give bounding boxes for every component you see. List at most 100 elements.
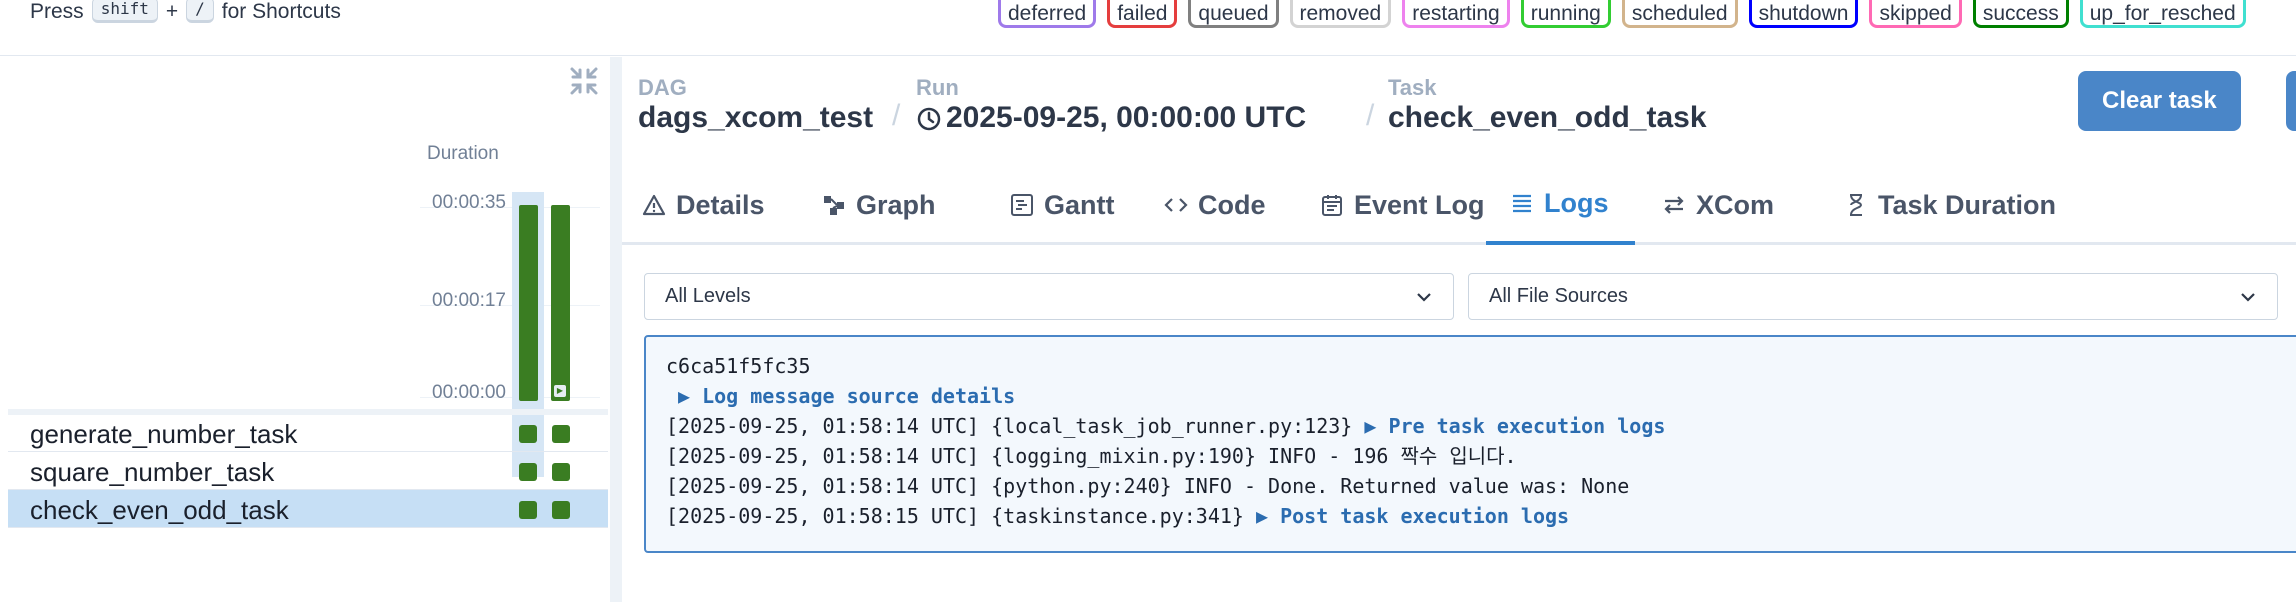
state-badge-shutdown[interactable]: shutdown [1748, 0, 1859, 28]
log-source-value: All File Sources [1489, 285, 1628, 307]
duration-bars: ▶ [516, 205, 576, 401]
tab-xcom[interactable]: XCom [1638, 165, 1800, 245]
task-tabs: Details Graph Gantt Code Event Log Logs [622, 165, 2296, 245]
log-line-text: [2025-09-25, 01:58:14 UTC] {python.py:24… [666, 474, 1630, 498]
grid-panel: Duration 00:00:35 00:00:17 00:00:00 ▶ ge… [0, 57, 610, 602]
shortcut-hint: Press shift + / for Shortcuts [30, 0, 341, 24]
task-instance-cell[interactable] [519, 425, 537, 443]
tab-label: Event Log [1354, 189, 1485, 220]
pre-task-logs-toggle[interactable]: ▶ Pre task execution logs [1364, 414, 1665, 438]
task-row-check-even-odd[interactable]: check_even_odd_task [8, 490, 608, 528]
duration-tick: 00:00:17 [432, 290, 506, 311]
details-panel: DAG dags_xcom_test / Run 2025-09-25, 00:… [622, 57, 2296, 602]
panel-resize-handle[interactable] [610, 57, 622, 602]
task-name[interactable]: check_even_odd_task [30, 495, 289, 526]
log-line: [2025-09-25, 01:58:15 UTC] {taskinstance… [666, 501, 2296, 531]
log-host: c6ca51f5fc35 [666, 354, 811, 378]
breadcrumb-run-label: Run [916, 75, 959, 100]
breadcrumb-dag[interactable]: DAG dags_xcom_test [638, 75, 873, 135]
hourglass-icon [1850, 194, 1863, 216]
state-badge-skipped[interactable]: skipped [1869, 0, 1962, 28]
tab-label: Graph [856, 189, 936, 220]
run-duration-bar[interactable] [519, 205, 538, 401]
task-row-square-number[interactable]: square_number_task [8, 452, 608, 490]
graph-icon [824, 196, 844, 215]
tab-code[interactable]: Code [1140, 165, 1292, 245]
shortcut-suffix: for Shortcuts [221, 0, 341, 23]
state-legend: deferred failed queued removed restarting run… [998, 0, 2246, 28]
breadcrumb-dag-value[interactable]: dags_xcom_test [638, 101, 873, 135]
slash-key: / [186, 0, 214, 23]
tab-graph[interactable]: Graph [798, 165, 962, 245]
tab-task-duration[interactable]: Task Duration [1820, 165, 2082, 245]
state-badge-removed[interactable]: removed [1289, 0, 1392, 28]
shortcut-press: Press [30, 0, 84, 23]
tab-event-log[interactable]: Event Log [1296, 165, 1511, 245]
state-badge-failed[interactable]: failed [1107, 0, 1178, 28]
post-task-logs-toggle[interactable]: ▶ Post task execution logs [1256, 504, 1569, 528]
breadcrumb-task-value[interactable]: check_even_odd_task [1388, 101, 1707, 135]
chevron-down-icon [1417, 293, 1431, 302]
task-instance-cell[interactable] [519, 463, 537, 481]
task-instance-cell[interactable] [552, 425, 570, 443]
arrows-exchange-icon [1664, 196, 1684, 214]
log-line-text: [2025-09-25, 01:58:14 UTC] {logging_mixi… [666, 444, 1517, 468]
log-line-text: [2025-09-25, 01:58:15 UTC] {taskinstance… [666, 504, 1257, 528]
play-icon: ▶ [554, 385, 566, 397]
log-source-select[interactable]: All File Sources [1468, 273, 2278, 320]
tab-gantt[interactable]: Gantt [986, 165, 1141, 245]
calendar-icon [1322, 195, 1342, 216]
state-badge-deferred[interactable]: deferred [998, 0, 1097, 28]
log-source-details-toggle[interactable]: ▶ Log message source details [666, 381, 2296, 411]
duration-label: Duration [427, 143, 499, 164]
warning-triangle-icon [642, 194, 666, 216]
log-line: [2025-09-25, 01:58:14 UTC] {python.py:24… [666, 471, 2296, 501]
task-instance-cell[interactable] [519, 501, 537, 519]
task-row-generate-number[interactable]: generate_number_task [8, 414, 608, 452]
duration-tick: 00:00:35 [432, 192, 506, 213]
clock-icon [917, 107, 941, 131]
breadcrumb-separator: / [892, 99, 901, 132]
collapse-icon[interactable] [568, 65, 600, 97]
log-line: [2025-09-25, 01:58:14 UTC] {logging_mixi… [666, 441, 2296, 471]
log-output[interactable]: c6ca51f5fc35 ▶ Log message source detail… [644, 335, 2296, 553]
breadcrumb-separator: / [1366, 99, 1375, 132]
top-bar: Press shift + / for Shortcuts deferred fa… [0, 0, 2296, 56]
chevron-down-icon [2241, 293, 2255, 302]
tab-label: Logs [1544, 187, 1609, 218]
breadcrumb-dag-label: DAG [638, 75, 687, 100]
tab-logs[interactable]: Logs [1486, 165, 1635, 245]
breadcrumb-run-value[interactable]: 2025-09-25, 00:00:00 UTC [946, 101, 1306, 135]
tab-label: Details [676, 189, 765, 220]
task-name[interactable]: generate_number_task [30, 419, 297, 450]
state-badge-restarting[interactable]: restarting [1402, 0, 1510, 28]
gantt-icon [1011, 194, 1033, 216]
tab-label: XCom [1696, 189, 1775, 220]
state-badge-queued[interactable]: queued [1188, 0, 1279, 28]
log-level-select[interactable]: All Levels [644, 273, 1454, 320]
log-level-value: All Levels [665, 285, 751, 307]
breadcrumb-task[interactable]: Task check_even_odd_task [1388, 75, 1707, 135]
shift-key: shift [91, 0, 158, 23]
task-name[interactable]: square_number_task [30, 457, 274, 488]
clear-task-button[interactable]: Clear task [2078, 71, 2241, 131]
state-badge-success[interactable]: success [1972, 0, 2069, 28]
task-instance-cell[interactable] [552, 463, 570, 481]
tab-details[interactable]: Details [618, 165, 791, 245]
mark-state-button[interactable]: M [2286, 71, 2296, 131]
state-badge-running[interactable]: running [1520, 0, 1611, 28]
log-line-text: [2025-09-25, 01:58:14 UTC] {local_task_j… [666, 414, 1365, 438]
tab-label: Gantt [1044, 189, 1115, 220]
task-instance-cell[interactable] [552, 501, 570, 519]
tab-label: Code [1198, 189, 1266, 220]
breadcrumb-run[interactable]: Run 2025-09-25, 00:00:00 UTC [916, 75, 1306, 135]
code-icon [1164, 198, 1188, 212]
log-line: [2025-09-25, 01:58:14 UTC] {local_task_j… [666, 411, 2296, 441]
list-icon [1513, 194, 1531, 213]
state-badge-up-for-resched[interactable]: up_for_resched [2079, 0, 2246, 28]
run-duration-bar[interactable] [551, 205, 570, 401]
breadcrumb-task-label: Task [1388, 75, 1437, 100]
shortcut-plus: + [165, 0, 179, 23]
state-badge-scheduled[interactable]: scheduled [1621, 0, 1738, 28]
duration-tick: 00:00:00 [432, 382, 506, 403]
